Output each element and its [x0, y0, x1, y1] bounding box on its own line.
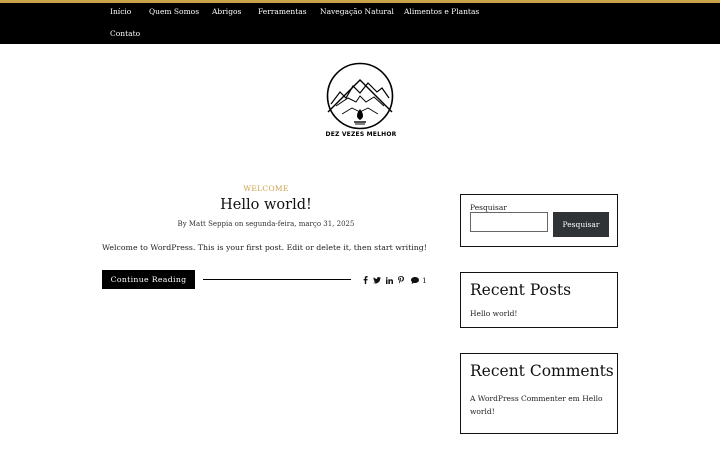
linkedin-icon[interactable]	[386, 276, 393, 284]
recent-post-link[interactable]: Hello world!	[470, 309, 517, 318]
search-widget: Pesquisar Pesquisar	[460, 194, 618, 247]
top-navigation: Início Quem Somos Abrigos Ferramentas Na…	[0, 0, 720, 44]
post-title[interactable]: Hello world!	[102, 197, 430, 213]
nav-item-contato[interactable]: Contato	[110, 29, 140, 38]
comment-count-link[interactable]: 1	[411, 274, 427, 286]
recent-comments-title: Recent Comments	[470, 362, 614, 380]
nav-item-inicio[interactable]: Início	[110, 7, 131, 16]
comment-count: 1	[422, 275, 427, 285]
comment-bubble-icon	[411, 276, 419, 284]
comment-author-link[interactable]: A WordPress Commenter	[470, 394, 566, 403]
post-category[interactable]: WELCOME	[102, 184, 430, 193]
nav-item-ferramentas[interactable]: Ferramentas	[258, 7, 307, 16]
site-logo[interactable]: DEZ VEZES MELHOR	[322, 62, 400, 144]
twitter-icon[interactable]	[373, 276, 381, 284]
facebook-icon[interactable]	[363, 276, 368, 284]
comment-connector: em	[568, 394, 580, 403]
nav-item-alimentos-e-plantas[interactable]: Alimentos e Plantas	[404, 7, 479, 16]
search-input[interactable]	[470, 212, 548, 232]
continue-reading-button[interactable]: Continue Reading	[102, 270, 195, 289]
recent-posts-widget: Recent Posts Hello world!	[460, 272, 618, 328]
post-excerpt: Welcome to WordPress. This is your first…	[102, 243, 427, 252]
share-links	[363, 274, 404, 286]
nav-item-quem-somos[interactable]: Quem Somos	[149, 7, 199, 16]
pinterest-icon[interactable]	[398, 276, 404, 284]
recent-posts-title: Recent Posts	[470, 281, 572, 299]
logo-text: DEZ VEZES MELHOR	[325, 131, 397, 138]
nav-item-abrigos[interactable]: Abrigos	[212, 7, 241, 16]
recent-comment-item: A WordPress Commenter em Hello world!	[470, 392, 610, 418]
nav-item-navegacao-natural[interactable]: Navegação Natural	[320, 7, 394, 16]
mountain-logo-icon	[326, 62, 394, 130]
post-divider	[203, 279, 351, 280]
post-meta: By Matt Seppia on segunda-feira, março 3…	[177, 220, 355, 228]
recent-comments-widget: Recent Comments A WordPress Commenter em…	[460, 353, 618, 434]
search-label: Pesquisar	[470, 203, 507, 212]
search-button[interactable]: Pesquisar	[553, 212, 609, 237]
